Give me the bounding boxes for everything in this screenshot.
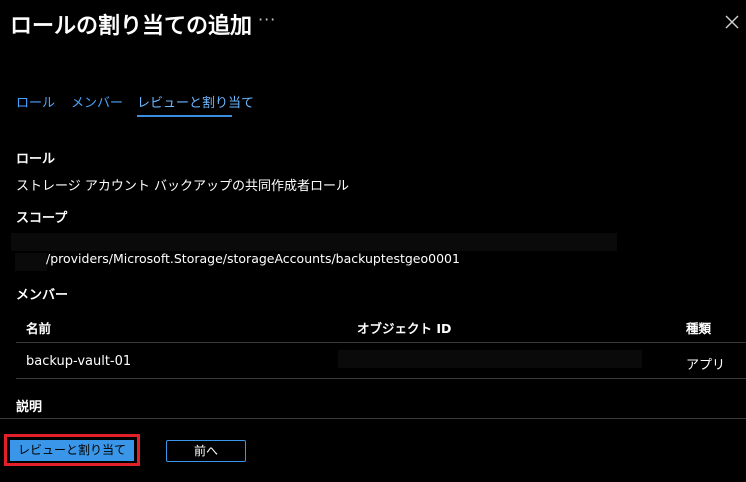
member-name: backup-vault-01 (26, 354, 132, 369)
column-header-type[interactable]: 種類 (686, 318, 711, 337)
tab-members[interactable]: メンバー (71, 92, 123, 111)
redacted-block (338, 350, 642, 368)
column-header-object-id[interactable]: オブジェクト ID (357, 318, 451, 337)
close-icon[interactable] (724, 14, 740, 30)
member-type: アプリ (686, 358, 726, 373)
active-tab-indicator (137, 115, 232, 117)
scope-path: /providers/Microsoft.Storage/storageAcco… (46, 251, 460, 266)
table-divider (16, 342, 746, 343)
review-assign-button[interactable]: レビューと割り当て (10, 440, 134, 461)
more-icon[interactable]: ··· (258, 10, 276, 29)
redacted-block (14, 252, 48, 272)
page-title: ロールの割り当ての追加 (10, 14, 253, 39)
column-header-name[interactable]: 名前 (26, 318, 51, 337)
role-section-label: ロール (16, 152, 56, 167)
footer-divider (0, 418, 746, 419)
members-section-label: メンバー (16, 288, 69, 303)
description-section-label: 説明 (16, 400, 43, 415)
previous-button[interactable]: 前へ (166, 440, 246, 462)
add-role-assignment-panel: ロールの割り当ての追加 ··· ロール メンバー レビューと割り当て ロール ス… (0, 0, 746, 482)
redacted-block (10, 232, 618, 252)
table-divider (16, 378, 746, 379)
role-value: ストレージ アカウント バックアップの共同作成者ロール (16, 179, 350, 194)
tab-role[interactable]: ロール (16, 92, 55, 111)
tab-review-assign[interactable]: レビューと割り当て (137, 92, 254, 111)
scope-section-label: スコープ (16, 211, 68, 226)
